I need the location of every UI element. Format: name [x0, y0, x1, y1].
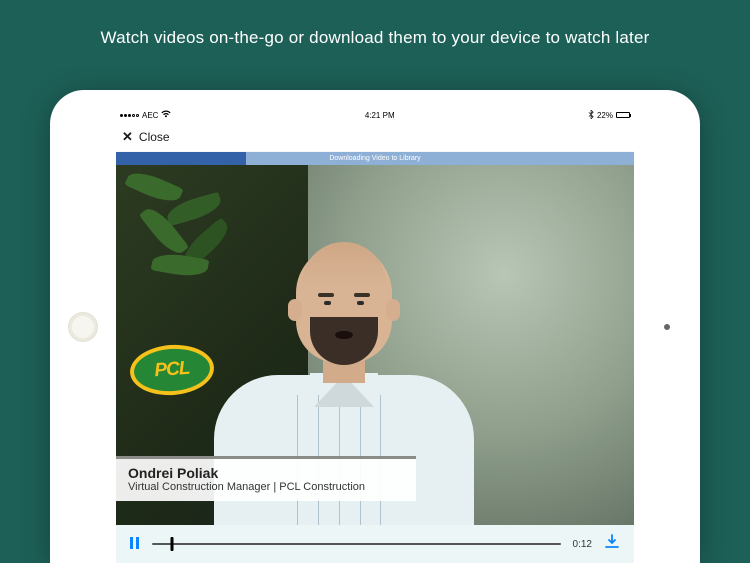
video-player[interactable]: PCL: [116, 165, 634, 525]
bluetooth-icon: [588, 110, 594, 121]
battery-percent: 22%: [597, 111, 613, 120]
marketing-caption: Watch videos on-the-go or download them …: [0, 0, 750, 48]
scrubber-track[interactable]: [152, 543, 561, 545]
pcl-logo: PCL: [128, 342, 215, 398]
carrier-label: AEC: [142, 111, 158, 120]
navigation-bar: ✕ Close: [116, 122, 634, 152]
ipad-frame: AEC 4:21 PM 22% ✕ Close Downloading Vide…: [50, 90, 700, 563]
close-button[interactable]: Close: [139, 130, 170, 144]
lower-third: Ondrei Poliak Virtual Construction Manag…: [116, 456, 416, 501]
ipad-home-button: [68, 312, 98, 342]
download-progress-label: Downloading Video to Library: [116, 155, 634, 162]
ipad-camera: [664, 324, 670, 330]
video-control-bar: 0:12: [116, 525, 634, 563]
speaker-title: Virtual Construction Manager | PCL Const…: [128, 481, 404, 493]
device-screen: AEC 4:21 PM 22% ✕ Close Downloading Vide…: [116, 108, 634, 563]
download-progress-bar: Downloading Video to Library: [116, 152, 634, 165]
close-icon[interactable]: ✕: [122, 130, 133, 143]
download-icon[interactable]: [604, 534, 620, 555]
battery-icon: [616, 112, 630, 118]
status-time: 4:21 PM: [365, 111, 395, 120]
wifi-icon: [161, 110, 171, 120]
pause-button[interactable]: [130, 536, 140, 553]
cell-signal-icon: [120, 114, 139, 117]
scrubber-playhead[interactable]: [171, 537, 174, 551]
speaker-name: Ondrei Poliak: [128, 465, 404, 481]
elapsed-time: 0:12: [573, 539, 592, 550]
status-bar: AEC 4:21 PM 22%: [116, 108, 634, 122]
